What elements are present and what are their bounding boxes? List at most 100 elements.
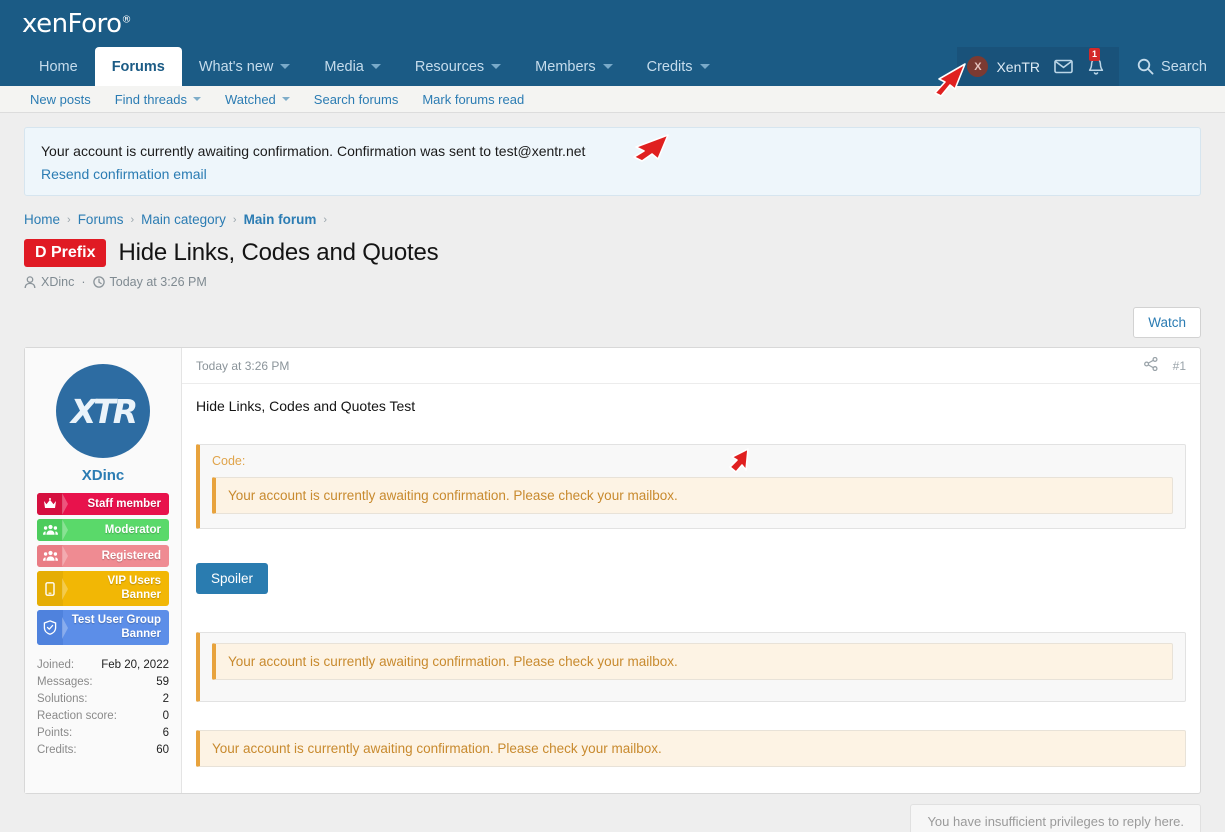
account-group: X XenTR 1 [957,47,1120,86]
breadcrumb-item-forums[interactable]: Forums [78,212,124,227]
stat-key: Joined: [37,659,75,671]
chevron-down-icon[interactable] [491,64,502,69]
nav-item-forums[interactable]: Forums [94,47,182,86]
stat-value: 60 [156,744,169,756]
mobile-icon [37,571,63,606]
avatar: X [967,56,989,77]
stat-value: Feb 20, 2022 [101,659,169,671]
user-banner-label: Moderator [104,523,161,536]
stat-row-credits: Credits: 60 [37,742,169,759]
chevron-down-icon[interactable] [602,64,613,69]
user-banner-test-user-group: Test User Group Banner [37,610,169,645]
account-menu-button[interactable]: X XenTR [967,56,1040,77]
stat-row-points: Points: 6 [37,725,169,742]
avatar[interactable]: XTR [56,364,150,458]
page-content: Your account is currently awaiting confi… [0,113,1225,832]
code-block-content: Your account is currently awaiting confi… [212,477,1173,514]
search-icon [1137,58,1154,75]
subnav-item-search-forums[interactable]: Search forums [302,92,411,107]
code-block-label: Code: [212,454,246,468]
chevron-down-icon[interactable] [280,64,291,69]
stat-row-joined: Joined: Feb 20, 2022 [37,657,169,674]
breadcrumb-item-home[interactable]: Home [24,212,60,227]
post-date[interactable]: Today at 3:26 PM [196,359,289,373]
post-body: Hide Links, Codes and Quotes Test Code: … [182,384,1200,793]
notice-text: Your account is currently awaiting confi… [41,143,586,159]
thread-title-row: D Prefix Hide Links, Codes and Quotes [24,239,1201,267]
nav-label: Forums [111,58,165,75]
alerts-button[interactable]: 1 [1087,48,1105,76]
stat-value: 6 [162,727,169,739]
stat-value: 59 [156,676,169,688]
share-icon [1143,356,1158,372]
nav-item-resources[interactable]: Resources [398,47,518,86]
site-logo-mark: ® [121,14,132,26]
thread-prefix-badge[interactable]: D Prefix [24,239,107,267]
share-button[interactable] [1143,356,1158,374]
post-main: Today at 3:26 PM #1 Hide Links, Codes an… [182,348,1200,793]
chevron-down-icon[interactable] [281,97,290,101]
subnav-item-mark-forums-read[interactable]: Mark forums read [410,92,536,107]
account-confirmation-notice: Your account is currently awaiting confi… [24,127,1201,196]
user-stats: Joined: Feb 20, 2022 Messages: 59 Soluti… [37,657,169,759]
nav-label: Credits [646,58,693,75]
spoiler-button[interactable]: Spoiler [196,563,269,594]
subnav-label: Watched [224,91,276,107]
breadcrumb-separator-icon: › [323,213,328,226]
stat-key: Solutions: [37,693,88,705]
search-label: Search [1161,58,1207,75]
nav-item-members[interactable]: Members [518,47,629,86]
shield-icon [37,610,63,645]
site-logo[interactable]: xenForo® [22,9,132,39]
user-banners: Staff member Moderator Registered VIP Us… [37,493,169,645]
breadcrumb: Home › Forums › Main category › Main for… [24,212,1201,227]
subnav-label: Find threads [114,91,187,107]
nav-label: Media [324,58,364,75]
post-number[interactable]: #1 [1173,359,1186,373]
users-icon [37,519,63,541]
nav-label: Home [39,58,78,75]
crown-icon [37,493,63,515]
sub-navigation: New posts Find threads Watched Search fo… [0,86,1225,113]
chevron-down-icon[interactable] [699,64,710,69]
chevron-down-icon[interactable] [370,64,381,69]
watch-button[interactable]: Watch [1133,307,1201,338]
breadcrumb-separator-icon: › [67,213,71,226]
subnav-item-watched[interactable]: Watched [213,92,302,107]
byline-separator: · [81,275,86,289]
subnav-label: New posts [30,91,91,107]
breadcrumb-item-main-category[interactable]: Main category [141,212,226,227]
breadcrumb-item-main-forum[interactable]: Main forum [244,212,317,227]
nav-item-home[interactable]: Home [22,47,95,86]
nav-item-media[interactable]: Media [307,47,398,86]
thread-author[interactable]: XDinc [41,275,74,289]
alerts-badge: 1 [1089,48,1101,61]
nav-label: Members [535,58,596,75]
post-header: Today at 3:26 PM #1 [182,348,1200,384]
stat-row-solutions: Solutions: 2 [37,691,169,708]
standalone-alert: Your account is currently awaiting confi… [196,730,1186,767]
inbox-button[interactable] [1054,59,1073,74]
main-navigation: Home Forums What's new Media Resources M… [0,47,1225,86]
post-author-card: XTR XDinc Staff member Moderator Registe… [25,348,182,793]
subnav-item-find-threads[interactable]: Find threads [103,92,213,107]
search-button[interactable]: Search [1119,47,1225,86]
user-icon [24,275,36,288]
chevron-down-icon[interactable] [192,97,201,101]
post-author-username[interactable]: XDinc [82,467,125,484]
clock-icon [92,276,105,288]
nav-right-group: X XenTR 1 Search [957,47,1225,86]
resend-confirmation-link[interactable]: Resend confirmation email [41,166,207,182]
site-header: xenForo® [0,0,1225,47]
user-banner-staff-member: Staff member [37,493,169,515]
post-header-actions: #1 [1143,356,1186,374]
subnav-item-new-posts[interactable]: New posts [18,92,103,107]
user-banner-vip-users: VIP Users Banner [37,571,169,606]
account-username: XenTR [996,58,1041,75]
nav-item-credits[interactable]: Credits [630,47,727,86]
stat-value: 2 [162,693,169,705]
user-banner-label: Staff member [87,497,162,510]
insufficient-privileges-note: You have insufficient privileges to repl… [910,804,1201,832]
nav-item-whats-new[interactable]: What's new [182,47,308,86]
stat-key: Reaction score: [37,710,117,722]
